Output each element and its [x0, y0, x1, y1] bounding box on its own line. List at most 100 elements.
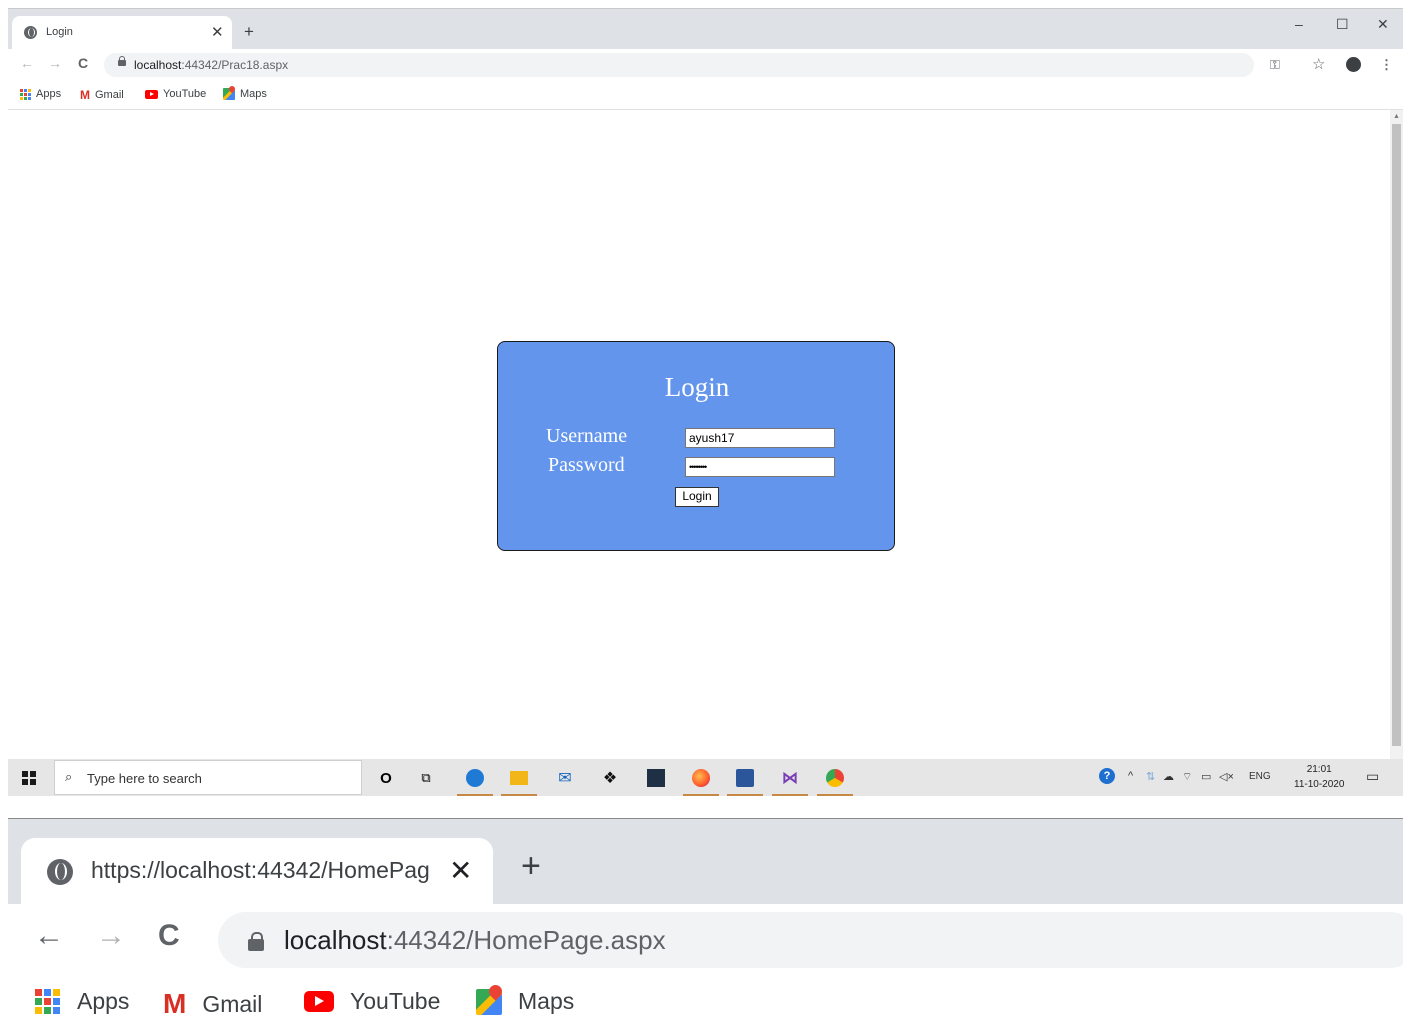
back-button[interactable]: ← [20, 55, 34, 71]
login-button[interactable]: Login [675, 487, 719, 507]
word-icon[interactable] [727, 767, 763, 796]
apps-grid-icon [20, 88, 31, 100]
file-explorer-icon[interactable] [501, 767, 537, 796]
login-title: Login [664, 372, 730, 402]
maps-icon [476, 988, 502, 1015]
bookmark-maps-label: Maps [240, 88, 267, 100]
tab-title: Login [46, 26, 73, 38]
close-tab-icon[interactable]: ✕ [211, 23, 224, 41]
login-panel: Login Username Password ayush17 ••••••••… [497, 341, 895, 551]
help-icon[interactable]: ? [1099, 768, 1115, 784]
search-icon: ⌕ [65, 769, 73, 784]
reload-button[interactable]: C [158, 919, 180, 953]
battery-icon[interactable]: ▭ [1201, 770, 1211, 783]
bookmark-apps-label: Apps [77, 988, 130, 1014]
bookmark-gmail[interactable]: M Gmail [80, 88, 124, 102]
page-content: Login Username Password ayush17 ••••••••… [8, 110, 1390, 759]
taskbar-search-box[interactable]: ⌕ Type here to search [54, 760, 362, 795]
forward-button[interactable]: → [96, 919, 126, 953]
vertical-scrollbar[interactable]: ▲ [1390, 110, 1403, 759]
youtube-icon [304, 991, 334, 1012]
browser-toolbar: ← → C localhost:44342/Prac18.aspx ⚿ ☆ ⋮ [8, 49, 1403, 81]
task-view-icon[interactable]: ⧉ [414, 767, 438, 789]
bookmark-gmail[interactable]: M Gmail [163, 988, 262, 1020]
tab-title-2: https://localhost:44342/HomePag [91, 857, 430, 883]
menu-icon[interactable]: ⋮ [1380, 57, 1393, 73]
close-tab-icon[interactable]: ✕ [449, 854, 472, 887]
browser-toolbar-2: ← → C localhost:44342/HomePage.aspx [8, 904, 1403, 974]
gmail-icon: M [80, 88, 90, 102]
bookmark-youtube[interactable]: YouTube [304, 988, 440, 1015]
volume-muted-icon[interactable]: ◁× [1219, 770, 1234, 783]
profile-icon[interactable] [1346, 57, 1361, 72]
bookmark-maps[interactable]: Maps [476, 988, 574, 1015]
bookmark-apps[interactable]: Apps [20, 88, 61, 100]
bookmark-maps-label: Maps [518, 988, 575, 1014]
scroll-up-icon[interactable]: ▲ [1393, 113, 1400, 120]
clock-date: 11-10-2020 [1294, 779, 1345, 790]
close-window-button[interactable]: ✕ [1377, 16, 1389, 33]
wifi-icon[interactable]: ⌔ [1182, 770, 1192, 784]
clock-time: 21:01 [1306, 764, 1332, 775]
apps-grid-icon [35, 988, 61, 1015]
youtube-icon [145, 89, 158, 99]
star-icon[interactable]: ☆ [1312, 55, 1325, 73]
bookmark-maps[interactable]: Maps [223, 88, 267, 100]
password-label: Password [548, 454, 625, 476]
bookmarks-bar: Apps M Gmail YouTube Maps [8, 81, 1403, 110]
username-input[interactable]: ayush17 [685, 428, 835, 448]
address-url-2: localhost:44342/HomePage.aspx [284, 925, 666, 955]
bookmark-gmail-label: Gmail [95, 89, 124, 101]
onedrive-icon[interactable]: ☁ [1163, 770, 1174, 783]
address-url: localhost:44342/Prac18.aspx [134, 58, 289, 72]
mail-icon[interactable]: ✉ [553, 767, 577, 789]
lock-icon[interactable] [118, 56, 126, 66]
forward-button[interactable]: → [48, 55, 62, 71]
dropbox-icon[interactable]: ❖ [598, 767, 622, 789]
visual-studio-icon[interactable]: ⋈ [772, 767, 808, 796]
tab-strip-2: https://localhost:44342/HomePag ✕ + [8, 819, 1403, 904]
browser-window-login: Login ✕ + – ☐ ✕ ← → C localhost:44342/Pr… [8, 8, 1403, 796]
bookmark-youtube[interactable]: YouTube [145, 88, 206, 100]
address-bar-2[interactable]: localhost:44342/HomePage.aspx [218, 912, 1403, 968]
password-input[interactable]: •••••••• [685, 457, 835, 477]
tab-login[interactable]: Login ✕ [12, 16, 232, 49]
chrome-icon[interactable] [817, 767, 853, 796]
scrollbar-thumb[interactable] [1392, 124, 1401, 746]
app-dark-icon[interactable] [644, 767, 668, 789]
maps-icon [223, 88, 235, 100]
minimize-button[interactable]: – [1295, 16, 1303, 32]
key-icon[interactable]: ⚿ [1270, 57, 1280, 73]
notification-icon[interactable]: ▭ [1366, 768, 1379, 785]
bookmark-apps-label: Apps [36, 88, 62, 100]
new-tab-button[interactable]: + [244, 22, 254, 42]
firefox-icon[interactable] [683, 767, 719, 796]
globe-icon [47, 859, 73, 885]
browser-window-homepage: https://localhost:44342/HomePag ✕ + ← → … [8, 818, 1403, 1033]
tab-homepage[interactable]: https://localhost:44342/HomePag ✕ [21, 838, 493, 904]
network-sync-icon[interactable]: ⇅ [1146, 770, 1155, 783]
language-indicator[interactable]: ENG [1249, 771, 1271, 782]
gmail-icon: M [163, 988, 187, 1019]
tray-chevron-icon[interactable]: ^ [1128, 770, 1133, 782]
bookmarks-bar-2: Apps M Gmail YouTube Maps [8, 974, 1403, 1033]
back-button[interactable]: ← [34, 919, 64, 953]
taskbar-clock[interactable]: 21:01 11-10-2020 [1294, 762, 1344, 792]
maximize-button[interactable]: ☐ [1336, 16, 1349, 33]
edge-icon[interactable] [457, 767, 493, 796]
windows-taskbar: ⌕ Type here to search O ⧉ ✉ ❖ ⋈ ? ^ ⇅ ☁ … [8, 759, 1403, 796]
bookmark-gmail-label: Gmail [202, 990, 263, 1017]
lock-icon[interactable] [248, 932, 264, 951]
taskbar-search-placeholder: Type here to search [87, 771, 202, 786]
address-bar[interactable]: localhost:44342/Prac18.aspx [104, 53, 1254, 77]
globe-icon [24, 26, 37, 39]
windows-start-icon[interactable] [22, 771, 36, 785]
reload-button[interactable]: C [78, 55, 88, 71]
bookmark-youtube-label: YouTube [163, 88, 207, 100]
bookmark-apps[interactable]: Apps [35, 988, 129, 1015]
username-label: Username [546, 425, 628, 447]
new-tab-button[interactable]: + [521, 849, 541, 883]
cortana-icon[interactable]: O [374, 767, 398, 789]
bookmark-youtube-label: YouTube [350, 988, 441, 1014]
tab-strip: Login ✕ + – ☐ ✕ [8, 9, 1403, 49]
